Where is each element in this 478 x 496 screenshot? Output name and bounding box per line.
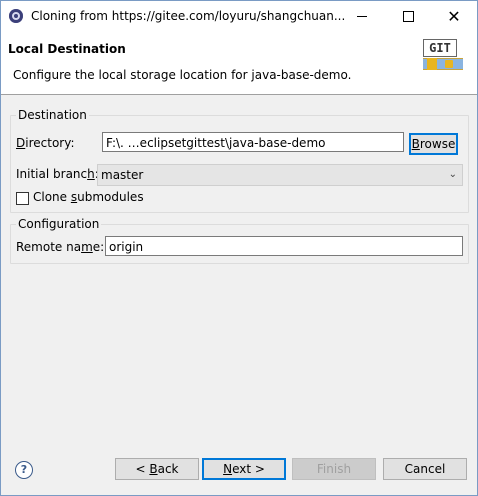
maximize-button[interactable] [385, 1, 431, 32]
clone-submodules-label[interactable]: Clone submodules [33, 190, 144, 204]
wizard-header: Local Destination Configure the local st… [1, 32, 477, 95]
close-button[interactable]: ✕ [431, 1, 477, 32]
maximize-icon [402, 11, 414, 22]
directory-label: Directory: [16, 136, 75, 150]
clone-dialog-window: Cloning from https://gitee.com/loyuru/sh… [0, 0, 478, 496]
eclipse-app-icon [9, 9, 23, 23]
initial-branch-select[interactable]: master ⌄ [97, 164, 463, 186]
clone-submodules-checkbox[interactable] [16, 192, 29, 205]
back-button[interactable]: < Back [115, 458, 199, 480]
git-logo-block [427, 58, 437, 70]
window-title: Cloning from https://gitee.com/loyuru/sh… [31, 9, 346, 23]
destination-group-title: Destination [16, 108, 89, 122]
page-description: Configure the local storage location for… [13, 68, 352, 82]
remote-name-input[interactable]: origin [105, 236, 463, 256]
minimize-icon [357, 16, 367, 17]
remote-name-label: Remote name: [16, 240, 105, 254]
help-icon[interactable]: ? [15, 461, 33, 479]
page-title: Local Destination [8, 42, 126, 56]
initial-branch-value: master [101, 168, 144, 182]
cancel-button[interactable]: Cancel [383, 458, 467, 480]
next-button[interactable]: Next > [202, 458, 286, 480]
configuration-group-title: Configuration [16, 217, 102, 231]
git-logo-icon: GIT [423, 39, 463, 75]
git-logo-block [445, 60, 453, 68]
chevron-down-icon: ⌄ [448, 169, 457, 180]
minimize-button[interactable] [339, 1, 385, 32]
initial-branch-label: Initial branch: [16, 167, 99, 181]
browse-button[interactable]: Browse [409, 133, 458, 155]
finish-button[interactable]: Finish [292, 458, 376, 480]
title-bar[interactable]: Cloning from https://gitee.com/loyuru/sh… [1, 1, 477, 32]
git-logo-text: GIT [423, 39, 457, 57]
close-icon: ✕ [447, 6, 461, 26]
directory-input[interactable]: F:\. …eclipsetgittest\java-base-demo [102, 132, 404, 152]
